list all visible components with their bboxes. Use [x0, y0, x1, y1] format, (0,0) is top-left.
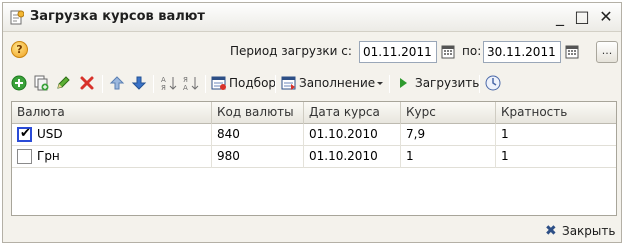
toolbar-separator	[205, 75, 206, 93]
more-options-button[interactable]: ...	[596, 41, 618, 63]
date-from-field[interactable]: 01.11.2011	[359, 41, 437, 63]
close-window-button[interactable]: ✕	[597, 7, 615, 27]
svg-text:Я: Я	[183, 76, 188, 84]
edit-icon[interactable]	[55, 75, 71, 91]
svg-text:Я: Я	[161, 84, 166, 91]
row-checkbox[interactable]	[17, 149, 32, 164]
multiplicity-cell: 1	[501, 127, 509, 141]
currency-table: Валюта Код валюты Дата курса Курс Кратно…	[11, 101, 617, 216]
table-row[interactable]: ✔ USD 840 01.10.2010 7,9 1	[12, 124, 616, 146]
multiplicity-cell: 1	[501, 149, 509, 163]
code-cell: 980	[212, 146, 304, 168]
select-button[interactable]: Подбор	[229, 76, 276, 90]
toolbar-separator	[153, 75, 154, 93]
select-icon[interactable]	[211, 75, 227, 91]
title-bar[interactable]: Загрузка курсов валют _ □ ✕	[3, 3, 621, 32]
column-header-code[interactable]: Код валюты	[212, 102, 304, 124]
fill-button[interactable]: Заполнение	[299, 76, 375, 90]
column-header-currency[interactable]: Валюта	[12, 102, 212, 124]
currency-rates-window: Загрузка курсов валют _ □ ✕ ? Период заг…	[2, 2, 622, 243]
date-cell: 01.10.2010	[304, 124, 401, 146]
move-down-icon[interactable]	[131, 75, 147, 91]
column-header-rate[interactable]: Курс	[401, 102, 496, 124]
dropdown-arrow-icon[interactable]	[375, 75, 385, 91]
svg-text:A: A	[183, 84, 188, 91]
currency-cell: Грн	[32, 146, 212, 168]
rate-cell: 7,9	[401, 124, 496, 146]
period-bar: ? Период загрузки с: 01.11.2011 по: 30.1…	[3, 33, 621, 65]
close-icon: ✖	[545, 223, 557, 239]
minimize-button[interactable]: _	[551, 7, 569, 27]
code-cell: 840	[212, 124, 304, 146]
sort-descending-icon[interactable]: Я A	[183, 75, 199, 91]
copy-icon[interactable]	[33, 75, 49, 91]
table-row[interactable]: Грн 980 01.10.2010 1 1	[12, 146, 616, 168]
toolbar-separator	[479, 75, 480, 93]
add-icon[interactable]	[11, 75, 27, 91]
document-icon	[10, 10, 24, 25]
calendar-from-icon[interactable]	[439, 41, 457, 63]
sort-ascending-icon[interactable]: A Я	[161, 75, 177, 91]
toolbar-separator	[275, 75, 276, 93]
load-button[interactable]: Загрузить	[415, 76, 479, 90]
period-to-label: по:	[462, 44, 482, 58]
window-title: Загрузка курсов валют	[30, 9, 205, 24]
table-header: Валюта Код валюты Дата курса Курс Кратно…	[12, 102, 616, 124]
currency-cell: USD	[32, 124, 212, 146]
row-checkbox[interactable]: ✔	[17, 126, 32, 142]
date-to-field[interactable]: 30.11.2011	[483, 41, 561, 63]
toolbar: A Я Я A Подбор Заполнение Загрузить	[3, 67, 621, 99]
close-button-label: Закрыть	[562, 224, 616, 238]
calendar-to-icon[interactable]	[563, 41, 581, 63]
toolbar-separator	[389, 75, 390, 93]
move-up-icon[interactable]	[109, 75, 125, 91]
column-header-date[interactable]: Дата курса	[304, 102, 401, 124]
footer-bar: ✖ Закрыть	[3, 217, 621, 243]
maximize-button[interactable]: □	[573, 7, 591, 27]
load-icon[interactable]	[395, 75, 411, 91]
period-from-label: Период загрузки с:	[230, 44, 352, 58]
toolbar-separator	[102, 75, 103, 93]
delete-icon[interactable]	[79, 75, 95, 91]
rate-cell: 1	[401, 146, 496, 168]
svg-text:A: A	[161, 76, 166, 84]
history-icon[interactable]	[485, 75, 501, 91]
help-icon[interactable]: ?	[11, 41, 28, 58]
date-cell: 01.10.2010	[304, 146, 401, 168]
fill-icon[interactable]	[281, 75, 297, 91]
column-header-multiplicity[interactable]: Кратность	[496, 102, 616, 124]
